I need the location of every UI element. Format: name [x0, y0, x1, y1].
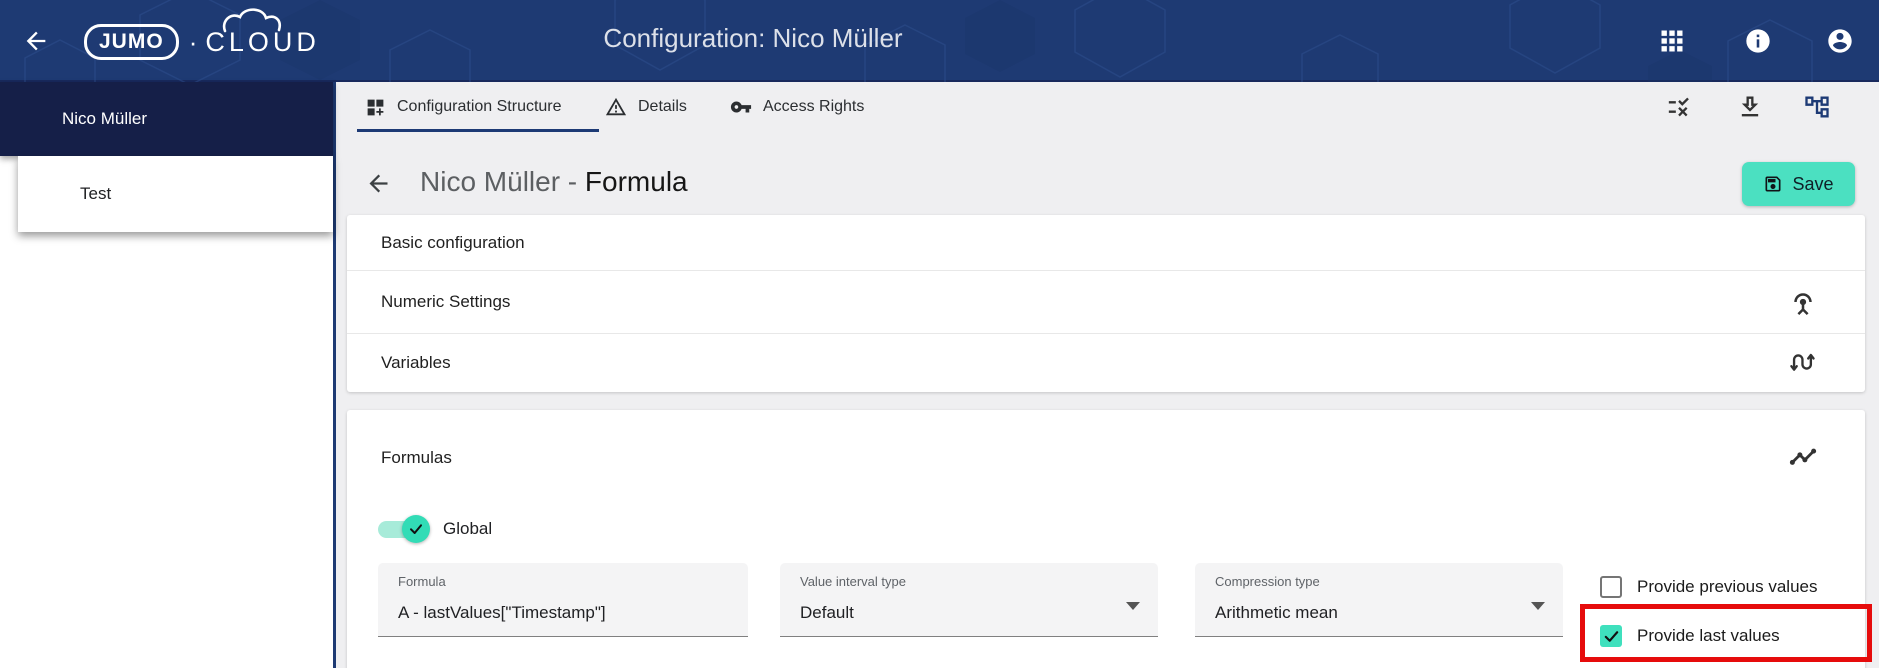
formulas-section-label: Formulas: [381, 448, 452, 467]
value-interval-type-value: Default: [800, 603, 854, 622]
chevron-down-icon: [1531, 602, 1545, 610]
check-icon: [410, 524, 422, 534]
sidebar-item-nico-mueller[interactable]: Nico Müller: [0, 82, 333, 156]
main-content: Configuration Structure Details Access R…: [337, 82, 1879, 668]
check-icon: [1604, 630, 1618, 642]
window-title: Configuration: Nico Müller: [603, 23, 903, 53]
checkbox-label: Provide last values: [1637, 626, 1780, 645]
tab-label: Details: [638, 98, 687, 115]
rule-icon[interactable]: [1663, 93, 1691, 121]
checkbox-label: Provide previous values: [1637, 577, 1818, 596]
dashboard-customize-icon: [367, 99, 384, 115]
checkbox-unchecked: [1600, 576, 1622, 598]
page-title: Nico Müller - Formula: [420, 166, 688, 198]
compression-type-label: Compression type: [1215, 574, 1320, 589]
section-label: Basic configuration: [381, 232, 525, 252]
tab-label: Configuration Structure: [397, 98, 562, 115]
page-title-prefix: Nico Müller -: [420, 166, 585, 197]
sidebar-item-label: Test: [80, 184, 112, 203]
configuration-sections-card: Basic configuration Numeric Settings Var…: [347, 215, 1865, 392]
toggle-thumb: [402, 515, 430, 543]
wave-icon: [1790, 353, 1815, 371]
tab-details[interactable]: Details: [605, 82, 687, 132]
global-toggle[interactable]: [378, 515, 434, 543]
sidebar-item-label: Nico Müller: [62, 109, 148, 128]
tab-access-rights[interactable]: Access Rights: [730, 82, 864, 132]
download-icon[interactable]: [1736, 93, 1764, 121]
section-numeric-settings[interactable]: Numeric Settings: [347, 271, 1865, 333]
formulas-card: Formulas Global Formula A - lastValues["…: [347, 410, 1865, 668]
formula-field-value: A - lastValues["Timestamp"]: [398, 603, 606, 622]
global-toggle-label: Global: [443, 519, 493, 538]
page-title-emphasis: Formula: [584, 166, 688, 197]
provide-last-values-checkbox[interactable]: Provide last values: [1600, 625, 1780, 647]
cloud-icon: [223, 7, 282, 32]
save-button[interactable]: Save: [1742, 162, 1855, 206]
top-app-bar: JUMO · CLOUD Configuration: Nico Müller: [0, 0, 1879, 82]
section-label: Variables: [381, 353, 451, 372]
section-variables[interactable]: Variables: [347, 334, 1865, 392]
active-tab-underline: [357, 129, 599, 132]
page-back-arrow-icon[interactable]: [365, 170, 392, 197]
section-label: Numeric Settings: [381, 292, 511, 311]
compression-type-select[interactable]: Compression type Arithmetic mean: [1195, 563, 1563, 637]
formula-field[interactable]: Formula A - lastValues["Timestamp"]: [378, 563, 748, 637]
chevron-down-icon: [1126, 602, 1140, 610]
apps-grid-icon[interactable]: [1658, 27, 1686, 55]
value-interval-type-select[interactable]: Value interval type Default: [780, 563, 1158, 637]
app-window: JUMO · CLOUD Configuration: Nico Müller: [0, 0, 1879, 668]
jumo-logo-pill: JUMO: [84, 24, 179, 60]
warning-icon: [605, 97, 627, 116]
antenna-icon: [1794, 293, 1812, 316]
tab-configuration-structure[interactable]: Configuration Structure: [365, 82, 562, 132]
compression-type-value: Arithmetic mean: [1215, 603, 1338, 622]
logo-separator: ·: [188, 26, 198, 57]
sidebar: Nico Müller Test: [0, 82, 336, 668]
tab-label: Access Rights: [763, 98, 865, 115]
save-button-label: Save: [1792, 173, 1834, 194]
back-arrow-icon[interactable]: [22, 27, 50, 55]
formula-field-label: Formula: [398, 574, 446, 589]
checkbox-checked: [1600, 625, 1622, 647]
jumo-cloud-logo: JUMO · CLOUD: [84, 7, 320, 62]
save-floppy-icon: [1765, 176, 1781, 192]
info-icon[interactable]: [1744, 27, 1772, 55]
key-icon: [730, 101, 752, 113]
provide-previous-values-checkbox[interactable]: Provide previous values: [1600, 576, 1817, 598]
timeline-icon: [1789, 448, 1817, 465]
tree-structure-icon[interactable]: [1803, 93, 1831, 121]
section-basic-configuration[interactable]: Basic configuration: [347, 215, 1865, 270]
account-icon[interactable]: [1826, 27, 1854, 55]
value-interval-type-label: Value interval type: [800, 574, 906, 589]
sidebar-item-test[interactable]: Test: [18, 156, 333, 232]
